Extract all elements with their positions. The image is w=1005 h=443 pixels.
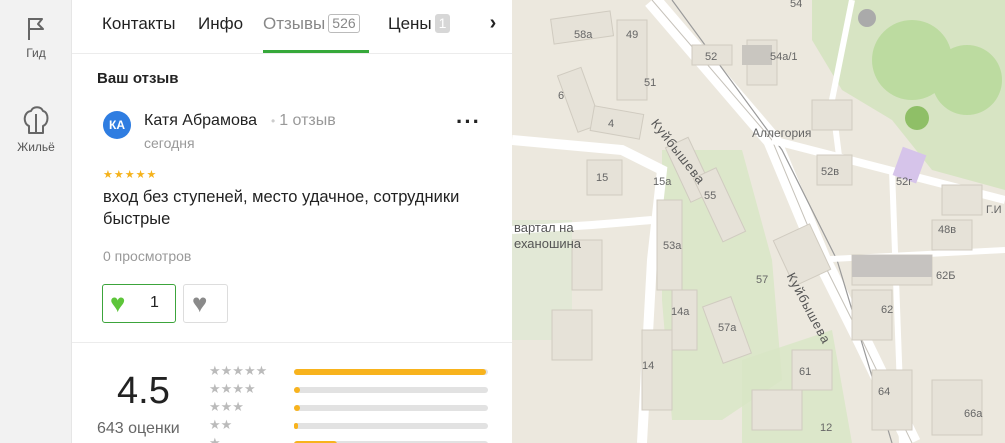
- rating-row-3: ★★★: [209, 399, 489, 414]
- rating-value: 4.5: [117, 370, 170, 412]
- map-label: 58а: [574, 29, 593, 41]
- tabs-bar: Контакты Инфо Отзывы 526 Цены 1 ›: [72, 0, 512, 54]
- review-views: 0 просмотров: [103, 248, 192, 264]
- tab-prices[interactable]: Цены 1: [388, 14, 451, 34]
- map-label: 52г: [896, 176, 913, 188]
- rating-bar-track: [294, 423, 488, 429]
- rail-guide-label: Гид: [26, 46, 46, 60]
- map-label: 14а: [671, 306, 690, 318]
- review-stars: ★★★★★: [103, 169, 158, 181]
- active-tab-indicator: [263, 50, 369, 53]
- review-author[interactable]: Катя Абрамова: [144, 112, 257, 130]
- map-label: 54: [790, 0, 803, 10]
- rating-bar-track: [294, 387, 488, 393]
- rail-housing-label: Жильё: [17, 140, 55, 154]
- rating-bar-track: [294, 369, 488, 375]
- map-label: 66а: [964, 408, 983, 420]
- chevron-right-icon[interactable]: ›: [480, 12, 506, 38]
- tab-info-label: Инфо: [198, 14, 244, 33]
- map-canvas: [512, 0, 1005, 443]
- green-heart-icon: ♥: [110, 288, 126, 318]
- map-label: 57а: [718, 322, 737, 334]
- map-label: 4: [608, 118, 615, 130]
- place-name-line1: вартал на: [514, 220, 574, 235]
- rating-bar-fill: [294, 387, 300, 393]
- row-stars-4: ★★★★: [209, 381, 256, 396]
- dot-separator: •: [271, 114, 276, 128]
- tab-reviews[interactable]: Отзывы 526: [263, 14, 360, 34]
- flag-icon: [28, 18, 44, 40]
- like-count: 1: [150, 294, 159, 311]
- prices-count-badge: 1: [434, 14, 451, 33]
- map-label: 55: [704, 190, 717, 202]
- rating-bar-fill: [294, 405, 300, 411]
- place-name-line2: еханошина: [514, 236, 582, 251]
- row-stars-5: ★★★★★: [209, 363, 268, 378]
- map-label: 49: [626, 29, 639, 41]
- review-date: сегодня: [144, 135, 195, 151]
- map-label: 62: [881, 304, 894, 316]
- map-label: 6: [558, 90, 565, 102]
- row-stars-3: ★★★: [209, 399, 244, 414]
- divider: [72, 342, 512, 343]
- tab-info[interactable]: Инфо: [198, 14, 243, 34]
- map-label: Г.И: [986, 204, 1002, 216]
- map-label: 57: [756, 274, 769, 286]
- tab-contacts[interactable]: Контакты: [102, 14, 175, 34]
- tab-contacts-label: Контакты: [102, 14, 176, 33]
- rating-bar-fill: [294, 423, 298, 429]
- rating-bar-fill: [294, 369, 487, 375]
- map-label: 64: [878, 386, 891, 398]
- review-text: вход без ступеней, место удачное, сотруд…: [103, 188, 460, 228]
- like-button[interactable]: ♥ 1: [102, 284, 176, 323]
- map-label: 52в: [821, 166, 840, 178]
- map-label: 54а/1: [770, 51, 798, 63]
- more-options-icon[interactable]: ···: [456, 111, 481, 133]
- map-view[interactable]: 54 58а 49 52 54а/1 51 6 4 Аллегория 52в …: [512, 0, 1005, 443]
- row-stars-1: ★: [209, 435, 221, 443]
- dislike-button[interactable]: ♥: [183, 284, 228, 323]
- map-label: 51: [644, 77, 657, 89]
- map-label: 48в: [938, 224, 957, 236]
- map-label: Аллегория: [752, 126, 812, 140]
- tab-reviews-label: Отзывы: [263, 14, 326, 33]
- housing-icon: [23, 106, 49, 134]
- map-label: 62Б: [936, 270, 956, 282]
- map-label: 53а: [663, 240, 682, 252]
- author-review-count: • 1 отзыв: [271, 112, 336, 130]
- app-root: Гид Жильё Контакты Инфо Отзывы 526 Цены 1 …: [0, 0, 1005, 443]
- map-label: 61: [799, 366, 812, 378]
- your-review-title: Ваш отзыв: [97, 70, 179, 87]
- rating-row-1: ★: [209, 435, 489, 443]
- row-stars-2: ★★: [209, 417, 233, 432]
- author-review-count-text: 1 отзыв: [279, 112, 336, 129]
- grey-heart-icon: ♥: [192, 288, 208, 318]
- map-label: 52: [705, 51, 718, 63]
- rail-guide[interactable]: Гид: [0, 16, 72, 60]
- rating-row-4: ★★★★: [209, 381, 489, 396]
- reviews-count-badge: 526: [328, 14, 360, 33]
- place-panel: Контакты Инфо Отзывы 526 Цены 1 › Ваш отзы…: [72, 0, 512, 443]
- map-label: 15а: [653, 176, 672, 188]
- rail-housing[interactable]: Жильё: [0, 104, 72, 154]
- rating-count: 643 оценки: [97, 420, 180, 437]
- rating-row-5: ★★★★★: [209, 363, 489, 378]
- park-marker: [905, 106, 929, 130]
- tab-prices-label: Цены: [388, 14, 432, 33]
- avatar[interactable]: КА: [103, 111, 131, 139]
- map-label: 12: [820, 422, 833, 434]
- map-label: 15: [596, 172, 609, 184]
- map-label: 14: [642, 360, 655, 372]
- rating-bar-track: [294, 405, 488, 411]
- left-rail: Гид Жильё: [0, 0, 72, 443]
- rating-row-2: ★★: [209, 417, 489, 432]
